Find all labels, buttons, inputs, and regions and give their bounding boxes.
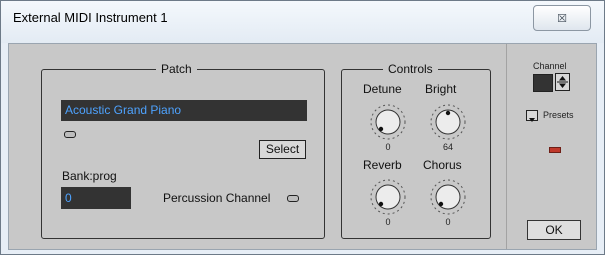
knob-label-bright: Bright	[425, 82, 457, 96]
patch-indicator-led	[64, 131, 76, 138]
dialog-body: Patch Acoustic Grand Piano Select Bank:p…	[8, 43, 597, 250]
reverb-knob[interactable]	[368, 177, 408, 217]
reverb-value: 0	[385, 217, 391, 227]
chorus-knob[interactable]	[428, 177, 468, 217]
controls-group-title: Controls	[383, 62, 438, 76]
channel-input[interactable]	[533, 74, 553, 92]
percussion-channel-label: Percussion Channel	[163, 191, 271, 205]
window-title: External MIDI Instrument 1	[13, 10, 168, 25]
window: External MIDI Instrument 1 ☒ Patch Acous…	[0, 0, 605, 255]
patch-name-field[interactable]: Acoustic Grand Piano	[61, 100, 307, 121]
select-button[interactable]: Select	[259, 140, 306, 159]
bright-knob[interactable]	[428, 102, 468, 142]
detune-value: 0	[385, 142, 391, 152]
percussion-channel-toggle[interactable]	[287, 195, 299, 202]
detune-knob[interactable]	[368, 102, 408, 142]
ok-button[interactable]: OK	[527, 220, 581, 240]
knob-label-detune: Detune	[363, 82, 402, 96]
channel-stepper[interactable]	[555, 73, 570, 91]
stepper-arrows-icon	[557, 76, 568, 88]
title-bar[interactable]: External MIDI Instrument 1 ☒	[1, 1, 604, 43]
bright-value: 64	[442, 142, 453, 152]
patch-group-title: Patch	[156, 62, 197, 76]
side-divider	[506, 44, 507, 249]
activity-led	[549, 147, 561, 153]
bank-prog-input[interactable]: 0	[61, 187, 131, 209]
channel-label: Channel	[533, 61, 567, 71]
close-button[interactable]: ☒	[533, 5, 591, 31]
close-icon: ☒	[557, 13, 567, 25]
knob-label-reverb: Reverb	[363, 158, 402, 172]
bank-prog-label: Bank:prog	[62, 169, 117, 183]
knob-label-chorus: Chorus	[423, 158, 462, 172]
chevron-down-icon	[529, 118, 535, 122]
presets-label: Presets	[543, 110, 574, 120]
presets-dropdown-button[interactable]	[526, 110, 538, 122]
chorus-value: 0	[445, 217, 451, 227]
